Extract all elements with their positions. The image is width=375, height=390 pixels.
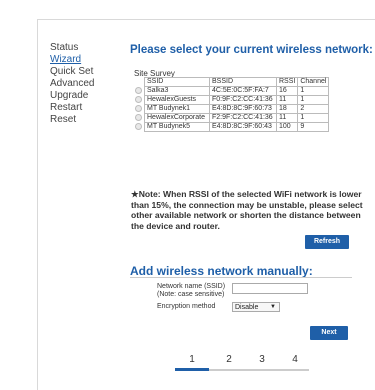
encryption-select[interactable]: Disable ▼ — [232, 302, 280, 312]
ssid-cell: MT Budynek1 — [144, 104, 210, 114]
radio-cell[interactable] — [133, 113, 145, 123]
channel-cell: 1 — [297, 113, 330, 123]
sidebar-nav: Status Wizard Quick Set Advanced Upgrade… — [50, 42, 120, 126]
ssid-cell: HewalexCorporate — [144, 113, 210, 123]
table-row[interactable]: Salka3 4C:5E:0C:5F:FA:7 16 1 — [133, 86, 330, 96]
radio-cell[interactable] — [133, 95, 145, 105]
radio-cell[interactable] — [133, 122, 145, 132]
bssid-cell: F2:9F:C2:CC:41:36 — [209, 113, 277, 123]
ssid-cell: MT Budynek5 — [144, 122, 210, 132]
ssid-cell: Salka3 — [144, 86, 210, 96]
step-4[interactable]: 4 — [288, 354, 302, 365]
channel-cell: 1 — [297, 86, 330, 96]
channel-cell: 2 — [297, 104, 330, 114]
sidebar-item-status[interactable]: Status — [50, 42, 120, 54]
rssi-cell: 16 — [275, 86, 299, 96]
sidebar-item-upgrade[interactable]: Upgrade — [50, 90, 120, 102]
dropdown-caret-icon: ▼ — [270, 304, 276, 310]
bssid-cell: F0:9F:C2:CC:41:36 — [209, 95, 277, 105]
manual-section-title: Add wireless network manually: — [130, 264, 313, 278]
refresh-button[interactable]: Refresh — [305, 235, 349, 249]
encryption-selected-value: Disable — [235, 304, 259, 311]
sidebar-item-advanced[interactable]: Advanced — [50, 78, 120, 90]
table-row[interactable]: HewalexGuests F0:9F:C2:CC:41:36 11 1 — [133, 95, 330, 105]
radio-cell[interactable] — [133, 104, 145, 114]
network-radio[interactable] — [135, 104, 142, 112]
channel-cell: 9 — [297, 122, 330, 132]
network-radio[interactable] — [135, 113, 142, 121]
table-row[interactable]: HewalexCorporate F2:9F:C2:CC:41:36 11 1 — [133, 113, 330, 123]
next-button[interactable]: Next — [310, 326, 348, 340]
ssid-cell: HewalexGuests — [144, 95, 210, 105]
step-1[interactable]: 1 — [185, 354, 199, 365]
channel-cell: 1 — [297, 95, 330, 105]
rssi-cell: 18 — [275, 104, 299, 114]
ssid-input[interactable] — [232, 283, 308, 294]
rssi-cell: 11 — [275, 95, 299, 105]
sidebar-item-wizard[interactable]: Wizard — [50, 54, 120, 66]
sidebar-item-reset[interactable]: Reset — [50, 114, 120, 126]
step-2[interactable]: 2 — [222, 354, 236, 365]
ssid-field-sublabel: (Note: case sensitive) — [157, 291, 225, 298]
site-survey-table: SSID BSSID RSSI Channel Salka3 4C:5E:0C:… — [133, 77, 330, 132]
page-title: Please select your current wireless netw… — [130, 44, 373, 56]
bssid-cell: E4:8D:8C:9F:60:43 — [209, 122, 277, 132]
column-header-rssi: RSSI — [275, 77, 299, 87]
step-progress-bar-track — [209, 369, 309, 371]
table-row[interactable]: MT Budynek5 E4:8D:8C:9F:60:43 100 9 — [133, 122, 330, 132]
rssi-cell: 11 — [275, 113, 299, 123]
table-row[interactable]: MT Budynek1 E4:8D:8C:9F:60:73 18 2 — [133, 104, 330, 114]
column-header-bssid: BSSID — [209, 77, 277, 87]
radio-column-header — [133, 78, 145, 87]
bssid-cell: 4C:5E:0C:5F:FA:7 — [209, 86, 277, 96]
radio-cell[interactable] — [133, 86, 145, 96]
encryption-label: Encryption method — [157, 303, 216, 310]
network-radio[interactable] — [135, 95, 142, 103]
rssi-note: ★Note: When RSSI of the selected WiFi ne… — [131, 189, 363, 231]
bssid-cell: E4:8D:8C:9F:60:73 — [209, 104, 277, 114]
rssi-cell: 100 — [275, 122, 299, 132]
network-radio[interactable] — [135, 86, 142, 94]
sidebar-item-restart[interactable]: Restart — [50, 102, 120, 114]
column-header-ssid: SSID — [144, 77, 210, 87]
step-progress-bar-active — [175, 368, 209, 371]
sidebar-item-quick-set[interactable]: Quick Set — [50, 66, 120, 78]
step-3[interactable]: 3 — [255, 354, 269, 365]
section-divider — [130, 277, 352, 278]
network-radio[interactable] — [135, 122, 142, 130]
ssid-field-label: Network name (SSID) — [157, 283, 226, 290]
column-header-channel: Channel — [297, 77, 330, 87]
table-header-row: SSID BSSID RSSI Channel — [133, 77, 330, 87]
